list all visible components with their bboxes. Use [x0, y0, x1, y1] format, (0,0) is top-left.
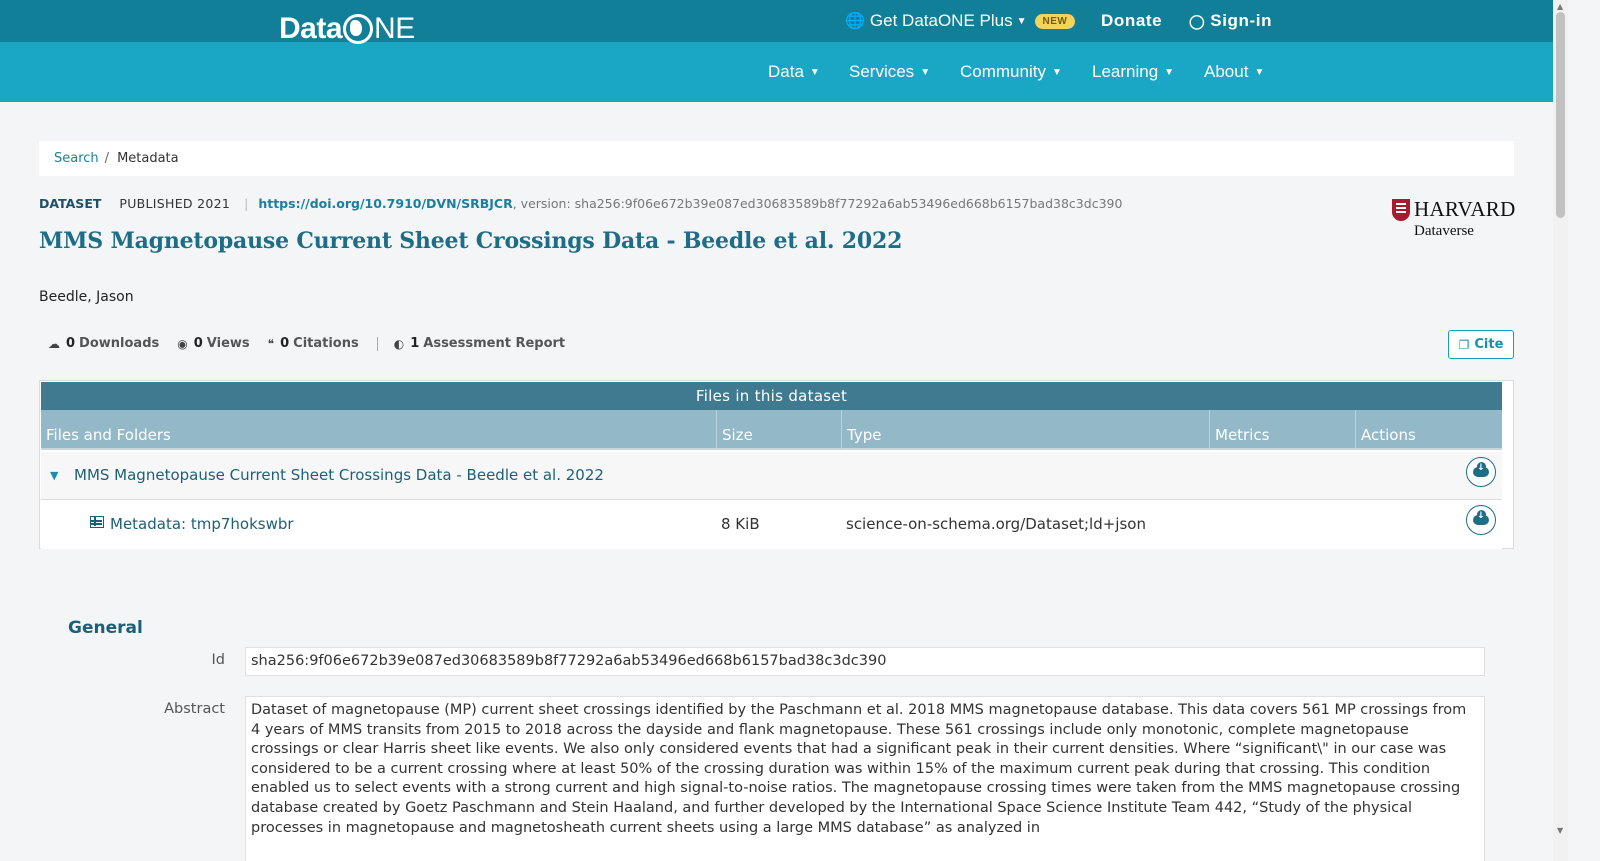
- nav-data-label: Data: [768, 62, 804, 81]
- author-name[interactable]: Beedle, Jason: [39, 289, 134, 305]
- nav-about[interactable]: About ▼: [1204, 42, 1264, 102]
- harvard-shield-icon: [1392, 199, 1410, 221]
- column-header-type: Type: [841, 410, 1209, 450]
- dataset-title: MMS Magnetopause Current Sheet Crossings…: [39, 228, 903, 254]
- table-row-file[interactable]: Metadata: tmp7hokswbr 8 KiB science-on-s…: [41, 501, 1502, 549]
- divider: |: [244, 196, 249, 211]
- folder-name[interactable]: MMS Magnetopause Current Sheet Crossings…: [74, 466, 604, 484]
- chevron-down-icon: ▼: [1254, 66, 1265, 78]
- chevron-down-icon: ▼: [920, 66, 931, 78]
- id-label: Id: [211, 652, 225, 668]
- citations-label: Citations: [293, 336, 359, 351]
- nav-services-label: Services: [849, 62, 915, 81]
- nav-about-label: About: [1204, 62, 1249, 81]
- nav-community[interactable]: Community ▼: [960, 42, 1062, 102]
- breadcrumb-separator: /: [104, 151, 110, 166]
- eye-icon: ◉: [177, 336, 188, 351]
- file-size: 8 KiB: [721, 515, 760, 533]
- file-name[interactable]: Metadata: tmp7hokswbr: [110, 515, 294, 533]
- chevron-down-icon: ▼: [1016, 15, 1027, 27]
- abstract-label: Abstract: [164, 701, 225, 717]
- download-folder-button[interactable]: [1466, 457, 1496, 487]
- utility-bar: [0, 0, 1553, 42]
- nav-data[interactable]: Data ▼: [768, 42, 820, 102]
- scrollbar-thumb[interactable]: [1556, 12, 1565, 218]
- column-header-actions: Actions: [1355, 410, 1502, 450]
- repository-name: HARVARD: [1414, 197, 1516, 221]
- breadcrumb-current: Metadata: [117, 151, 179, 166]
- dataset-type: DATASET: [39, 196, 102, 211]
- user-icon: ◯: [1189, 12, 1206, 29]
- column-header-size: Size: [716, 410, 841, 450]
- assessment-count: 1: [410, 336, 420, 351]
- quote-icon: ❝: [267, 336, 275, 351]
- nav-community-label: Community: [960, 62, 1046, 81]
- chevron-down-icon: ▼: [809, 66, 820, 78]
- cloud-download-icon: ☁: [48, 336, 60, 351]
- views-metric[interactable]: ◉ 0 Views: [177, 336, 249, 351]
- table-icon: [90, 516, 104, 528]
- scroll-up-icon[interactable]: ▲: [1557, 2, 1563, 11]
- nav-services[interactable]: Services ▼: [849, 42, 930, 102]
- logo-text-data: Data: [279, 12, 343, 45]
- globe-logo-icon: [343, 14, 374, 44]
- cite-button[interactable]: ❐ Cite: [1448, 330, 1514, 359]
- citations-count: 0: [280, 336, 290, 351]
- sign-in-label: Sign-in: [1210, 11, 1273, 30]
- dataset-meta-line: DATASET PUBLISHED 2021 | https://doi.org…: [39, 196, 1122, 211]
- new-badge: NEW: [1034, 13, 1076, 29]
- general-section-heading: General: [68, 618, 143, 638]
- views-count: 0: [193, 336, 203, 351]
- gauge-icon: ◐: [393, 336, 405, 351]
- assessment-report-metric[interactable]: ◐ 1 Assessment Report: [394, 336, 565, 351]
- cite-label: Cite: [1474, 337, 1504, 352]
- page-scrollbar[interactable]: ▲ ▼: [1553, 0, 1568, 861]
- metrics-row: ☁ 0 Downloads ◉ 0 Views ❝ 0 Citations ◐ …: [48, 336, 583, 351]
- repository-sub: Dataverse: [1414, 223, 1474, 239]
- get-dataone-plus-menu[interactable]: 🌐 Get DataONE Plus ▼ NEW: [845, 0, 1076, 42]
- abstract-value: Dataset of magnetopause (MP) current she…: [245, 696, 1485, 861]
- files-table: Files in this dataset Files and Folders …: [39, 380, 1514, 549]
- assessment-label: Assessment Report: [423, 336, 566, 351]
- downloads-count: 0: [66, 336, 76, 351]
- files-table-header: Files and Folders Size Type Metrics Acti…: [41, 410, 1502, 450]
- harvard-dataverse-logo[interactable]: HARVARD Dataverse: [1392, 197, 1516, 241]
- breadcrumb: Search / Metadata: [39, 141, 1514, 176]
- breadcrumb-search-link[interactable]: Search: [54, 151, 99, 166]
- copy-icon: ❐: [1458, 337, 1470, 352]
- globe-icon: 🌐: [845, 13, 865, 30]
- downloads-metric[interactable]: ☁ 0 Downloads: [48, 336, 159, 351]
- table-row-folder[interactable]: ▼ MMS Magnetopause Current Sheet Crossin…: [41, 452, 1502, 500]
- files-table-caption: Files in this dataset: [41, 382, 1502, 410]
- downloads-label: Downloads: [79, 336, 160, 351]
- nav-learning[interactable]: Learning ▼: [1092, 42, 1174, 102]
- logo-text-ne: NE: [374, 12, 415, 45]
- doi-link[interactable]: https://doi.org/10.7910/DVN/SRBJCR: [258, 196, 512, 211]
- scroll-down-icon[interactable]: ▼: [1557, 826, 1563, 835]
- version-text: , version: sha256:9f06e672b39e087ed30683…: [512, 196, 1123, 211]
- column-header-metrics: Metrics: [1209, 410, 1355, 450]
- cloud-download-icon: [1473, 510, 1489, 525]
- views-label: Views: [206, 336, 250, 351]
- file-type: science-on-schema.org/Dataset;ld+json: [846, 515, 1146, 533]
- published-year: PUBLISHED 2021: [119, 196, 231, 211]
- column-header-files: Files and Folders: [46, 426, 171, 444]
- download-file-button[interactable]: [1466, 505, 1496, 535]
- chevron-down-icon: ▼: [1051, 66, 1062, 78]
- get-dataone-plus-label: Get DataONE Plus: [869, 11, 1013, 30]
- sign-in-link[interactable]: ◯ Sign-in: [1189, 0, 1272, 42]
- divider: [376, 336, 378, 351]
- donate-link[interactable]: Donate: [1101, 0, 1162, 42]
- cloud-download-icon: [1473, 462, 1489, 477]
- id-value: sha256:9f06e672b39e087ed30683589b8f77292…: [245, 647, 1485, 676]
- chevron-down-icon: ▼: [1164, 66, 1175, 78]
- nav-learning-label: Learning: [1092, 62, 1159, 81]
- dataone-logo[interactable]: Data NE: [279, 12, 415, 46]
- citations-metric[interactable]: ❝ 0 Citations: [268, 336, 359, 351]
- caret-down-icon[interactable]: ▼: [50, 469, 58, 482]
